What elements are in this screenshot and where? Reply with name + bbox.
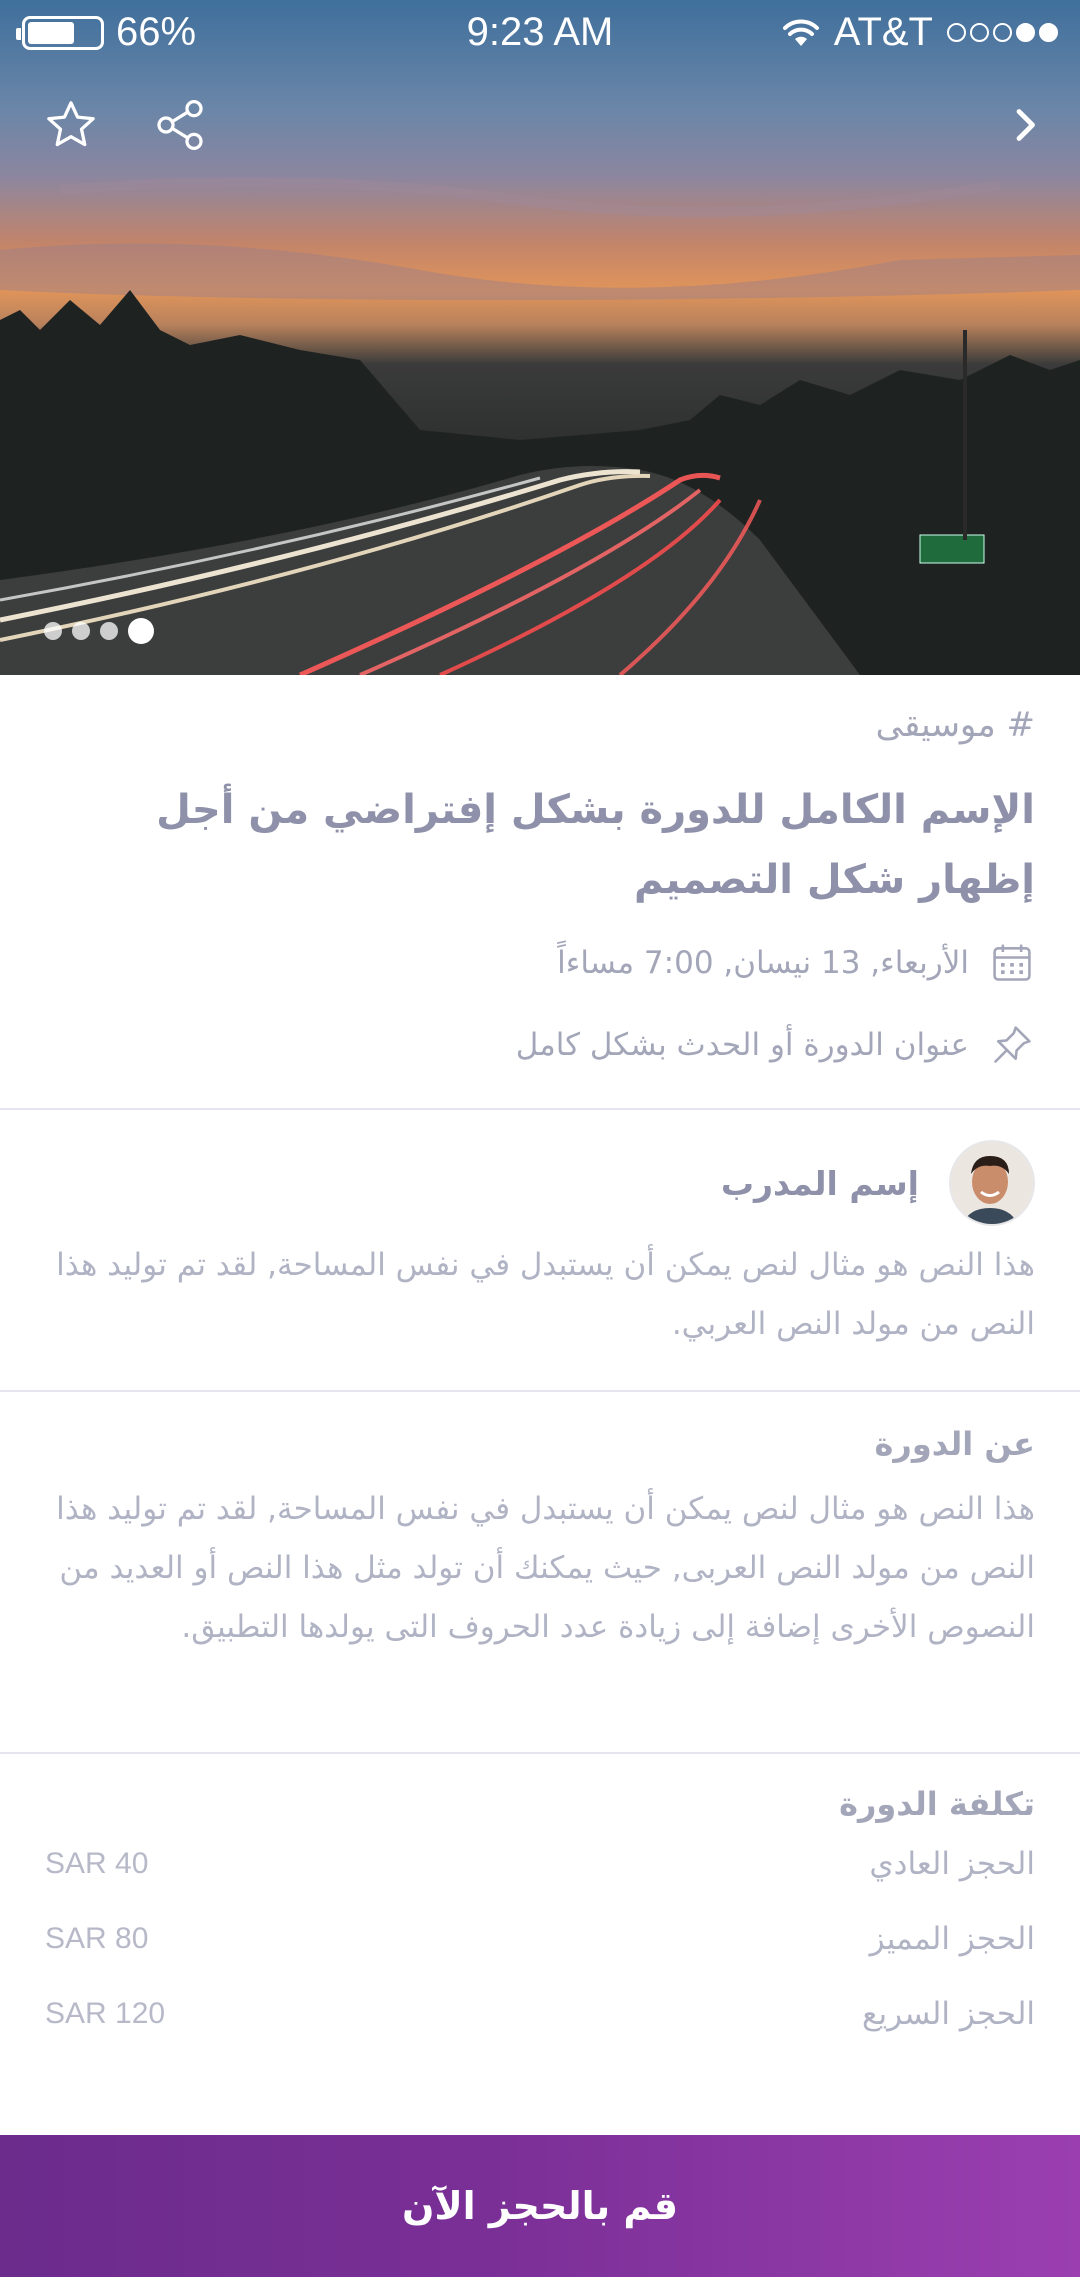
wifi-icon xyxy=(782,19,819,46)
trainer-header[interactable]: إسم المدرب xyxy=(721,1140,1035,1226)
trainer-avatar[interactable] xyxy=(949,1140,1035,1226)
carrier-name: AT&T xyxy=(833,10,933,54)
price-row[interactable]: الحجز العادي SAR 40 xyxy=(45,1846,1035,1882)
category-tag[interactable]: # موسيقى xyxy=(876,705,1035,745)
divider xyxy=(0,1390,1080,1392)
share-icon xyxy=(157,100,203,150)
course-location: عنوان الدورة أو الحدث بشكل كامل xyxy=(515,1027,969,1063)
book-now-button[interactable]: قم بالحجز الآن xyxy=(0,2135,1080,2277)
status-bar: 66% 9:23 AM AT&T xyxy=(0,0,1080,66)
about-text: هذا النص هو مثال لنص يمكن أن يستبدل في ن… xyxy=(56,1491,1035,1645)
course-title: الإسم الكامل للدورة بشكل إفتراضي من أجل … xyxy=(156,787,1035,903)
about-heading: عن الدورة xyxy=(874,1425,1035,1463)
location-row[interactable]: عنوان الدورة أو الحدث بشكل كامل xyxy=(516,1022,1035,1068)
pin-icon xyxy=(989,1022,1035,1068)
price-label: الحجز المميز xyxy=(869,1921,1035,1957)
hero-image-carousel[interactable]: 66% 9:23 AM AT&T xyxy=(0,0,1080,675)
calendar-icon xyxy=(989,940,1035,986)
price-row[interactable]: الحجز المميز SAR 80 xyxy=(45,1921,1035,1957)
trainer-bio: هذا النص هو مثال لنص يمكن أن يستبدل في ن… xyxy=(56,1247,1035,1342)
trainer-name: إسم المدرب xyxy=(720,1163,919,1203)
price-amount: SAR 80 xyxy=(45,1922,149,1955)
chevron-right-icon xyxy=(1016,109,1035,141)
signal-strength-icon xyxy=(947,23,1058,42)
carousel-indicator[interactable] xyxy=(44,618,154,644)
date-row: الأربعاء, 13 نيسان, 7:00 مساءاً xyxy=(557,940,1035,986)
price-row[interactable]: الحجز السريع SAR 120 xyxy=(45,1996,1035,2032)
divider xyxy=(0,1108,1080,1110)
network-group: AT&T xyxy=(782,10,1058,55)
price-label: الحجز العادي xyxy=(869,1846,1035,1882)
price-amount: SAR 40 xyxy=(45,1847,149,1880)
course-datetime: الأربعاء, 13 نيسان, 7:00 مساءاً xyxy=(557,945,969,981)
price-amount: SAR 120 xyxy=(45,1997,166,2030)
star-icon xyxy=(47,101,95,147)
carousel-dot[interactable] xyxy=(44,622,62,640)
cost-heading: تكلفة الدورة xyxy=(839,1785,1035,1823)
favorite-button[interactable] xyxy=(36,90,106,160)
carousel-dot[interactable] xyxy=(100,622,118,640)
carousel-dot[interactable] xyxy=(72,622,90,640)
divider xyxy=(0,1752,1080,1754)
carousel-dot-active[interactable] xyxy=(128,618,154,644)
price-label: الحجز السريع xyxy=(862,1996,1035,2032)
share-button[interactable] xyxy=(145,90,215,160)
next-image-button[interactable] xyxy=(990,90,1060,160)
